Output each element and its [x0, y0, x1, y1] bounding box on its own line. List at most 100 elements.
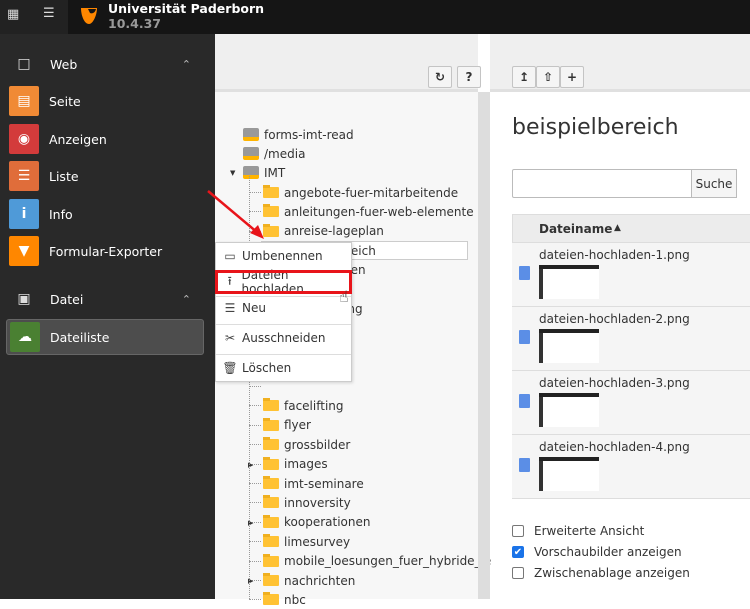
- tree-node[interactable]: facelifting: [263, 396, 344, 415]
- checkbox[interactable]: [512, 525, 524, 537]
- storage-icon: [243, 147, 259, 160]
- tree-node[interactable]: anleitungen-fuer-web-elemente: [263, 202, 474, 221]
- folder-icon: [263, 573, 279, 586]
- tree-node[interactable]: ▶ images: [248, 455, 328, 474]
- folder-icon: [263, 417, 279, 431]
- page-icon: □: [17, 56, 31, 72]
- upload-button[interactable]: ⇧: [536, 66, 560, 88]
- module-formular-exporter[interactable]: ▼ Formular-Exporter: [0, 233, 215, 269]
- tree-node-label: flyer: [284, 418, 311, 433]
- tree-node[interactable]: ▶ nachrichten: [248, 571, 355, 590]
- menu-item-scissors[interactable]: ✂ Ausschneiden: [216, 325, 351, 351]
- folder-icon: [263, 553, 279, 567]
- folder-icon: [263, 476, 279, 489]
- list-icon[interactable]: ☰: [43, 6, 55, 21]
- tree-node-label: grossbilder: [284, 437, 351, 452]
- cloud-icon: ☁: [10, 322, 40, 352]
- tree-node[interactable]: ▶ kooperationen: [248, 513, 371, 532]
- thumbnail[interactable]: [539, 329, 599, 363]
- image-file-icon: [519, 330, 530, 344]
- typo3-logo[interactable]: [78, 5, 100, 27]
- option-checkbox[interactable]: ✔ Vorschaubilder anzeigen: [512, 545, 682, 559]
- tree-node[interactable]: angebote-fuer-mitarbeitende: [263, 183, 458, 202]
- menu-item-label: Ausschneiden: [242, 331, 326, 345]
- tree-node[interactable]: /media: [243, 144, 305, 163]
- info-icon: i: [9, 199, 39, 229]
- menu-item-trash[interactable]: 🗑 Löschen: [216, 355, 351, 381]
- search-input[interactable]: [512, 169, 692, 198]
- list-icon: ☰: [9, 161, 39, 191]
- upload-icon: ⇧: [542, 70, 554, 84]
- folder-icon: [263, 514, 279, 528]
- option-checkbox[interactable]: Erweiterte Ansicht: [512, 524, 644, 538]
- group-web[interactable]: □ Web ⌃: [0, 49, 215, 79]
- tree-line: [249, 483, 261, 484]
- new-icon: ☰: [224, 301, 236, 315]
- sort-asc-icon: ▲: [614, 223, 621, 233]
- menu-item-upload[interactable]: ⭱ Dateien hochladen: [215, 268, 352, 296]
- expanded-icon[interactable]: ▼: [230, 169, 235, 177]
- version: 10.4.37: [108, 16, 161, 31]
- tree-node[interactable]: anreise-lageplan: [263, 222, 384, 241]
- image-file-icon: [519, 394, 530, 408]
- option-checkbox[interactable]: Zwischenablage anzeigen: [512, 566, 690, 580]
- panel-splitter[interactable]: [478, 92, 490, 599]
- file-name[interactable]: dateien-hochladen-1.png: [539, 248, 690, 262]
- tree-line: [249, 560, 261, 562]
- group-datei[interactable]: ▣ Datei ⌃: [0, 284, 215, 314]
- module-info[interactable]: i Info: [0, 196, 215, 232]
- up-button[interactable]: ↥: [512, 66, 536, 88]
- tree-node-label: nbc: [284, 592, 306, 607]
- storage-icon: [243, 128, 259, 141]
- file-name[interactable]: dateien-hochladen-2.png: [539, 312, 690, 326]
- tree-node[interactable]: grossbilder: [263, 435, 350, 454]
- table-row[interactable]: dateien-hochladen-1.png: [512, 243, 750, 307]
- tree-line: [249, 386, 261, 387]
- table-row[interactable]: dateien-hochladen-3.png: [512, 371, 750, 435]
- menu-item-new[interactable]: ☰ Neu: [216, 295, 351, 321]
- tree-node-label: kooperationen: [284, 515, 371, 530]
- chevron-up-icon: ⌃: [181, 57, 191, 71]
- new-button[interactable]: +: [560, 66, 584, 88]
- tree-node[interactable]: forms-imt-read: [243, 125, 354, 144]
- module-seite[interactable]: ▤ Seite: [0, 83, 215, 119]
- tree-node-label: angebote-fuer-mitarbeitende: [284, 185, 459, 200]
- tree-node[interactable]: flyer: [263, 416, 311, 435]
- annotation-arrow: [207, 190, 264, 239]
- refresh-button[interactable]: ↻: [428, 66, 452, 88]
- top-bar: ▦ ☰ Universität Paderborn 10.4.37: [0, 0, 750, 34]
- tree-node[interactable]: mobile_loesungen_fuer_hybride_le: [263, 552, 491, 571]
- module-liste[interactable]: ☰ Liste: [0, 158, 215, 194]
- checkbox[interactable]: ✔: [512, 546, 524, 558]
- tree-node[interactable]: innoversity: [263, 493, 351, 512]
- module-anzeigen[interactable]: ◉ Anzeigen: [0, 121, 215, 157]
- tree-node[interactable]: nbc: [263, 590, 306, 609]
- menu-item-label: Dateien hochladen: [241, 268, 304, 296]
- thumbnail[interactable]: [539, 265, 599, 299]
- menu-item-rename[interactable]: ▭ Umbenennen: [216, 245, 351, 267]
- search-button[interactable]: Suche: [691, 169, 737, 198]
- help-button[interactable]: ?: [457, 66, 481, 88]
- folder-icon: [263, 456, 279, 470]
- file-name[interactable]: dateien-hochladen-3.png: [539, 376, 690, 390]
- tree-line: [249, 405, 261, 407]
- folder-icon: [263, 437, 279, 451]
- storage-icon: [243, 166, 259, 179]
- image-icon: ▣: [17, 291, 31, 307]
- table-row[interactable]: dateien-hochladen-4.png: [512, 435, 750, 499]
- checkbox[interactable]: [512, 567, 524, 579]
- thumbnail[interactable]: [539, 457, 599, 491]
- image-file-icon: [519, 458, 530, 472]
- module-dateiliste[interactable]: ☁ Dateiliste: [6, 319, 204, 355]
- tree-node-label: facelifting: [284, 398, 344, 413]
- image-file-icon: [519, 266, 530, 280]
- column-dateiname[interactable]: Dateiname: [539, 222, 612, 236]
- apps-grid-icon[interactable]: ▦: [7, 7, 19, 22]
- tree-node[interactable]: limesurvey: [263, 532, 350, 551]
- table-row[interactable]: dateien-hochladen-2.png: [512, 307, 750, 371]
- thumbnail[interactable]: [539, 393, 599, 427]
- file-name[interactable]: dateien-hochladen-4.png: [539, 440, 690, 454]
- chevron-up-icon: ⌃: [181, 292, 191, 306]
- tree-node[interactable]: imt-seminare: [263, 474, 364, 493]
- tree-node-label: /media: [264, 146, 306, 161]
